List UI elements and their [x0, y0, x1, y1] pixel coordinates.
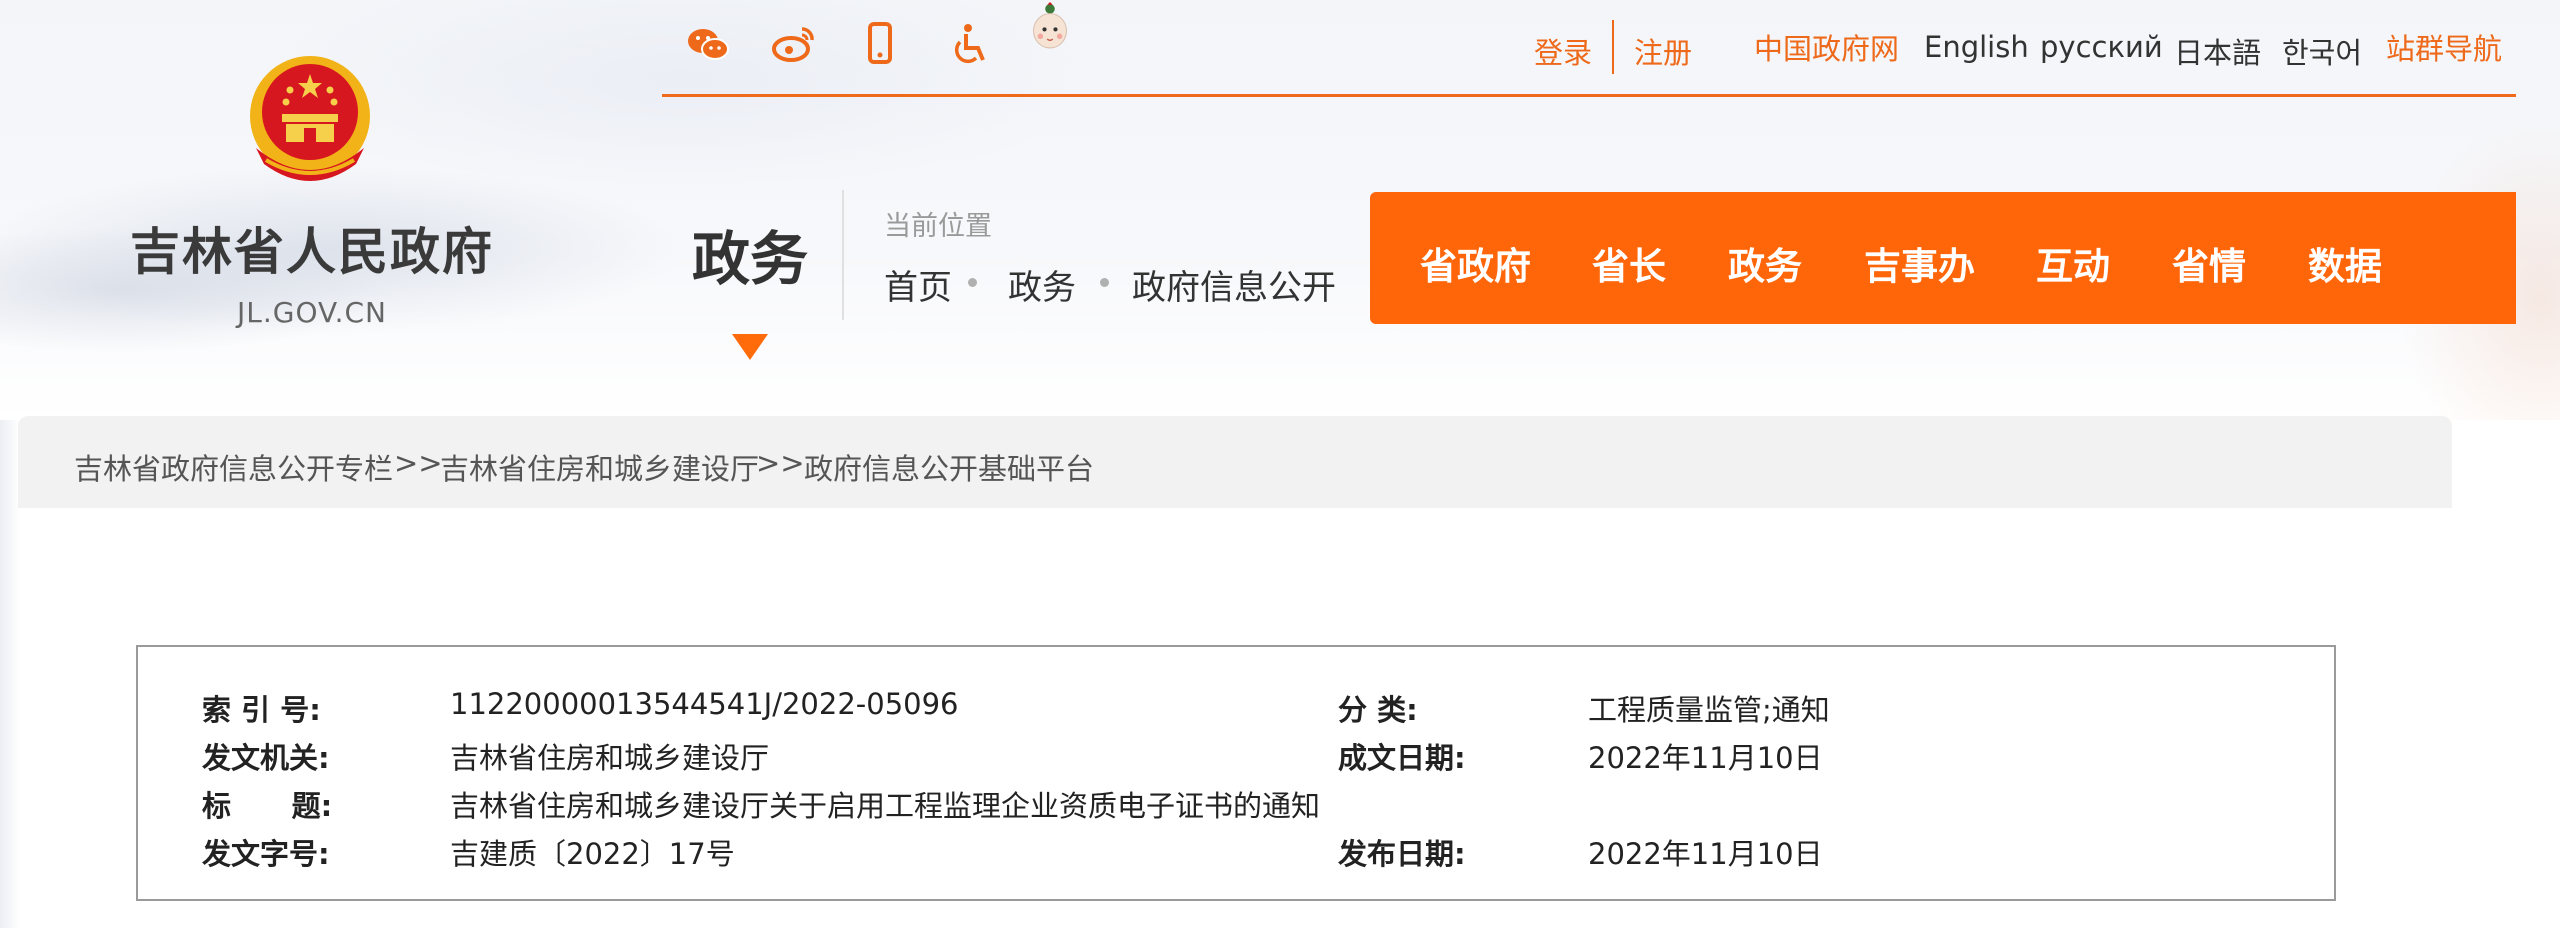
title-value: 吉林省住房和城乡建设厅关于启用工程监理企业资质电子证书的通知	[450, 789, 1321, 823]
current-position-label: 当前位置	[884, 211, 992, 242]
written-date-value: 2022年11月10日	[1588, 741, 1823, 775]
category-value: 工程质量监管;通知	[1588, 693, 1830, 727]
path-separator: >>	[756, 446, 805, 480]
korean-link[interactable]: 한국어	[2282, 30, 2362, 72]
title-label: 标 题:	[202, 789, 333, 823]
register-link[interactable]: 注册	[1634, 30, 1692, 72]
section-label: 政务	[692, 225, 809, 293]
login-link[interactable]: 登录	[1534, 30, 1592, 72]
main-nav: 省政府 省长 政务 吉事办 互动 省情 数据	[1370, 192, 2516, 324]
site-nav-link[interactable]: 站群导航	[2386, 26, 2502, 68]
russian-link[interactable]: русский	[2040, 30, 2163, 64]
breadcrumb-dot	[1100, 278, 1109, 287]
nav-item-jishiban[interactable]: 吉事办	[1864, 236, 1975, 290]
document-metadata-box: 索 引 号: 11220000013544541J/2022-05096 分 类…	[136, 645, 2336, 901]
category-label: 分 类:	[1338, 693, 1418, 727]
mascot-icon[interactable]	[1026, 2, 1086, 72]
issuer-label: 发文机关:	[202, 741, 330, 775]
breadcrumb-dot	[968, 278, 977, 287]
nav-item-provincial-gov[interactable]: 省政府	[1420, 236, 1531, 290]
doc-number-label: 发文字号:	[202, 837, 330, 871]
path-item-info-column[interactable]: 吉林省政府信息公开专栏	[74, 446, 393, 488]
nav-item-interaction[interactable]: 互动	[2036, 236, 2110, 290]
nav-item-data[interactable]: 数据	[2308, 236, 2382, 290]
gov-portal-link[interactable]: 中国政府网	[1754, 26, 1899, 68]
nav-item-governor[interactable]: 省长	[1592, 236, 1666, 290]
written-date-label: 成文日期:	[1338, 741, 1466, 775]
site-title: 吉林省人民政府	[130, 223, 494, 281]
national-emblem-logo	[246, 52, 374, 192]
breadcrumb-home[interactable]: 首页	[884, 260, 952, 309]
nav-item-affairs[interactable]: 政务	[1728, 236, 1802, 290]
path-separator: >>	[394, 446, 443, 480]
index-value: 11220000013544541J/2022-05096	[450, 687, 959, 721]
index-label: 索 引 号:	[202, 693, 321, 727]
login-register-divider	[1612, 20, 1614, 74]
publish-date-value: 2022年11月10日	[1588, 837, 1823, 871]
path-breadcrumb-bar: 吉林省政府信息公开专栏 >> 吉林省住房和城乡建设厅 >> 政府信息公开基础平台	[18, 416, 2452, 508]
breadcrumb-info-disclosure[interactable]: 政府信息公开	[1132, 260, 1336, 309]
nav-item-province-info[interactable]: 省情	[2172, 236, 2246, 290]
top-utility-bar: 登录 注册 中国政府网 English русский 日本語 한국어 站群导航	[662, 0, 2516, 97]
publish-date-label: 发布日期:	[1338, 837, 1466, 871]
path-item-housing-dept[interactable]: 吉林省住房和城乡建设厅	[440, 446, 759, 488]
wechat-icon[interactable]	[684, 20, 732, 68]
mobile-icon[interactable]	[856, 20, 904, 68]
path-item-info-platform[interactable]: 政府信息公开基础平台	[804, 446, 1094, 488]
section-caret-icon	[732, 334, 768, 360]
header-divider	[842, 190, 844, 320]
breadcrumb-affairs[interactable]: 政务	[1008, 260, 1076, 309]
issuer-value: 吉林省住房和城乡建设厅	[450, 741, 770, 775]
accessibility-icon[interactable]	[946, 20, 994, 68]
page-edge-decoration	[0, 420, 20, 928]
japanese-link[interactable]: 日本語	[2174, 30, 2261, 72]
site-domain: JL.GOV.CN	[237, 296, 387, 329]
english-link[interactable]: English	[1924, 30, 2029, 64]
weibo-icon[interactable]	[770, 20, 818, 68]
doc-number-value: 吉建质〔2022〕17号	[450, 837, 735, 871]
